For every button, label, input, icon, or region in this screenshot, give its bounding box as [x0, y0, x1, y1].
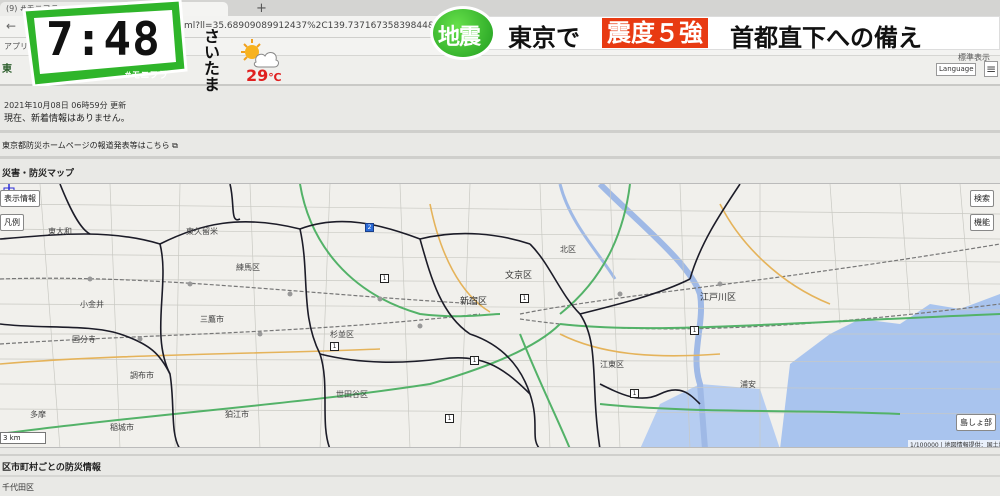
route-marker: 1: [520, 294, 529, 303]
place-label: 北区: [560, 245, 576, 254]
news-headline: 地震 東京で 震度５強 首都直下への備え: [430, 4, 1000, 62]
route-marker: 1: [690, 326, 699, 335]
temperature: 29℃: [246, 66, 282, 85]
no-news-message: 現在、新着情報はありません。: [4, 114, 130, 124]
headline-part1: 東京で: [508, 24, 580, 52]
place-label: 江戸川区: [700, 293, 737, 303]
place-label: 新宿区: [460, 297, 488, 307]
place-label: 文京区: [505, 271, 533, 281]
update-timestamp: 2021年10月08日 06時59分 更新: [4, 101, 127, 110]
official-link-text[interactable]: 東京都防災ホームページの報道発表等はこちら: [2, 141, 170, 150]
map-canvas: [0, 184, 1000, 447]
municipal-info-title: 区市町村ごとの防災情報: [2, 463, 101, 473]
place-label: 浦安: [740, 380, 756, 389]
temperature-unit: ℃: [268, 71, 282, 84]
new-tab-button[interactable]: +: [256, 1, 267, 16]
map-section-title: 災害・防災マップ: [2, 169, 75, 179]
ward-link[interactable]: 千代田区: [2, 482, 34, 493]
islands-button[interactable]: 島しょ部: [956, 414, 996, 431]
search-button[interactable]: 検索: [970, 190, 994, 207]
route-marker: 1: [330, 342, 339, 351]
route-marker: 2: [365, 223, 374, 232]
earthquake-badge-text: 地震: [438, 25, 481, 50]
map-attribution: 1/100000 | 地図情報提供：国土地: [908, 440, 1000, 447]
official-press-link[interactable]: 東京都防災ホームページの報道発表等はこちら ⧉: [2, 140, 178, 151]
menu-icon[interactable]: ≡: [984, 61, 998, 77]
place-label: 国分寺: [72, 335, 96, 344]
place-label: 東大和: [48, 227, 72, 236]
web-page: 東 標準表示 Language ≡ 2021年10月08日 06時59分 更新 …: [0, 53, 1000, 496]
place-label: 杉並区: [330, 330, 354, 339]
headline-highlight-box: 震度５強: [602, 18, 708, 48]
back-arrow-icon[interactable]: ←: [6, 19, 16, 33]
route-marker: 1: [630, 389, 639, 398]
external-link-icon: ⧉: [172, 141, 178, 150]
headline-highlight: 震度５強: [607, 19, 703, 47]
broadcast-clock: 7:48: [46, 12, 161, 66]
place-label: 練馬区: [236, 263, 260, 272]
legend-button[interactable]: 凡例: [0, 214, 24, 231]
divider: [0, 475, 1000, 477]
broadcast-hashtag: #モニフラ: [124, 71, 168, 81]
divider: [0, 454, 1000, 456]
weather-city: さいたま: [201, 28, 220, 92]
route-marker: 1: [470, 356, 479, 365]
place-label: 小金井: [80, 300, 104, 309]
place-label: 江東区: [600, 360, 624, 369]
route-marker: 1: [445, 414, 454, 423]
headline-part2: 首都直下への備え: [730, 24, 922, 52]
place-label: 多摩: [30, 410, 46, 419]
place-label: 稲城市: [110, 423, 134, 432]
map-scale: 3 km: [0, 432, 46, 444]
language-select[interactable]: Language: [936, 63, 976, 76]
display-info-button[interactable]: 表示情報: [0, 190, 40, 207]
divider: [0, 130, 1000, 133]
route-marker: 1: [380, 274, 389, 283]
place-label: 調布市: [130, 371, 154, 380]
temperature-value: 29: [246, 66, 269, 85]
sunny-cloudy-icon: [241, 39, 279, 68]
place-label: 東久留米: [186, 227, 218, 236]
disaster-map[interactable]: 新宿区 文京区 江戸川区 練馬区 杉並区 三鷹市 調布市 世田谷区 国分寺 北区…: [0, 183, 1000, 448]
divider: [0, 156, 1000, 159]
function-button[interactable]: 機能: [970, 214, 994, 231]
place-label: 世田谷区: [336, 390, 368, 399]
place-label: 狛江市: [225, 410, 249, 419]
place-label: 三鷹市: [200, 315, 224, 324]
site-logo[interactable]: 東: [2, 60, 12, 75]
